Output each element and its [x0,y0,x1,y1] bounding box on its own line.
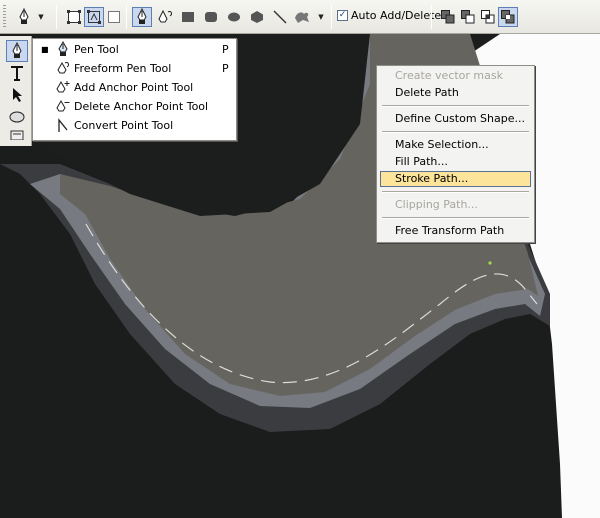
pen-tool-icon [12,42,22,58]
toolbox-path-selection-tool[interactable] [6,84,28,106]
auto-add-delete-label: Auto Add/Delete [351,9,442,22]
options-bar-grip[interactable] [3,5,6,29]
freeform-pen-button[interactable] [156,7,176,27]
toolbox-notes-tool[interactable] [6,128,28,142]
tool-preset-picker[interactable] [14,7,34,27]
toolbar-separator [56,5,57,29]
path-context-menu: Create vector mask Delete Path Define Cu… [376,65,535,243]
flyout-item-freeform-pen-tool[interactable]: Freeform Pen Tool P [33,59,236,78]
menu-item-free-transform-path[interactable]: Free Transform Path [380,223,531,239]
fill-pixels-button[interactable] [104,7,124,27]
flyout-item-label: Freeform Pen Tool [74,62,172,75]
shape-layers-button[interactable] [64,7,84,27]
toolbar-separator [331,5,332,29]
menu-separator [382,191,529,193]
rectangle-button[interactable] [178,7,198,27]
flyout-item-delete-anchor-point-tool[interactable]: Delete Anchor Point Tool [33,97,236,116]
path-selection-icon [13,88,22,102]
type-tool-icon [11,66,23,81]
flyout-item-add-anchor-point-tool[interactable]: Add Anchor Point Tool [33,78,236,97]
auto-add-delete-checkbox[interactable]: ✓ [337,10,348,21]
shape-layers-icon [67,10,81,24]
flyout-item-label: Pen Tool [74,43,119,56]
flyout-item-convert-point-tool[interactable]: Convert Point Tool [33,116,236,135]
add-to-path-area-icon [441,10,455,24]
rounded-rectangle-button[interactable] [201,7,221,27]
options-bar: ▼ ▼ ✓ Auto Add/Delete [0,0,600,34]
custom-shape-button[interactable] [292,7,312,27]
toolbox-ellipse-tool[interactable] [6,106,28,128]
menu-separator [382,217,529,219]
flyout-item-shortcut: P [222,62,229,75]
chevron-down-icon[interactable]: ▼ [316,7,326,27]
menu-item-fill-path[interactable]: Fill Path... [380,154,531,170]
notes-tool-icon [10,130,24,140]
polygon-button[interactable] [247,7,267,27]
toolbox-pen-tool[interactable] [6,40,28,62]
exclude-overlapping-path-areas-icon [501,10,515,24]
paths-mode-icon [87,10,101,24]
rectangle-icon [182,12,194,22]
menu-item-delete-path[interactable]: Delete Path [380,85,531,101]
ellipse-tool-icon [9,111,25,123]
polygon-icon [251,11,263,23]
pen-button[interactable] [132,7,152,27]
flyout-item-shortcut: P [222,43,229,56]
intersect-path-areas-button[interactable] [478,7,498,27]
add-anchor-point-icon [56,80,70,93]
menu-separator [382,131,529,133]
toolbox [0,36,32,146]
toolbox-type-tool[interactable] [6,62,28,84]
flyout-item-label: Convert Point Tool [74,119,174,132]
toolbar-separator [431,5,432,29]
flyout-item-pen-tool[interactable]: ■ Pen Tool P [33,40,236,59]
auto-add-delete-option[interactable]: ✓ Auto Add/Delete [337,9,441,22]
paths-mode-button[interactable] [84,7,104,27]
freeform-pen-icon [57,61,69,74]
pen-tool-flyout-menu: ■ Pen Tool P Freeform Pen Tool P Add Anc… [32,38,237,141]
pen-tool-preset-icon [19,8,29,24]
convert-point-icon [58,118,68,132]
toolbar-separator [126,5,127,29]
ellipse-button[interactable] [224,7,244,27]
custom-shape-icon [295,12,309,23]
menu-item-clipping-path: Clipping Path... [395,198,478,211]
line-icon [273,10,287,24]
selected-marker: ■ [41,45,49,54]
menu-separator [382,105,529,107]
rounded-rectangle-icon [205,12,217,22]
pen-icon [58,41,68,56]
menu-item-stroke-path[interactable]: Stroke Path... [380,171,531,187]
add-to-path-area-button[interactable] [438,7,458,27]
line-button[interactable] [270,7,290,27]
flyout-item-label: Delete Anchor Point Tool [74,100,209,113]
ellipse-icon [228,12,240,22]
freeform-pen-icon [158,9,172,23]
delete-anchor-point-icon [56,99,70,112]
menu-item-make-selection[interactable]: Make Selection... [380,137,531,153]
flyout-item-label: Add Anchor Point Tool [74,81,194,94]
menu-item-define-custom-shape[interactable]: Define Custom Shape... [380,111,531,127]
subtract-from-path-area-icon [461,10,475,24]
menu-item-create-vector-mask: Create vector mask [395,69,503,82]
exclude-overlapping-path-areas-button[interactable] [498,7,518,27]
pen-icon [137,8,147,24]
intersect-path-areas-icon [481,10,495,24]
subtract-from-path-area-button[interactable] [458,7,478,27]
fill-pixels-icon [108,11,120,23]
chevron-down-icon[interactable]: ▼ [36,7,46,27]
